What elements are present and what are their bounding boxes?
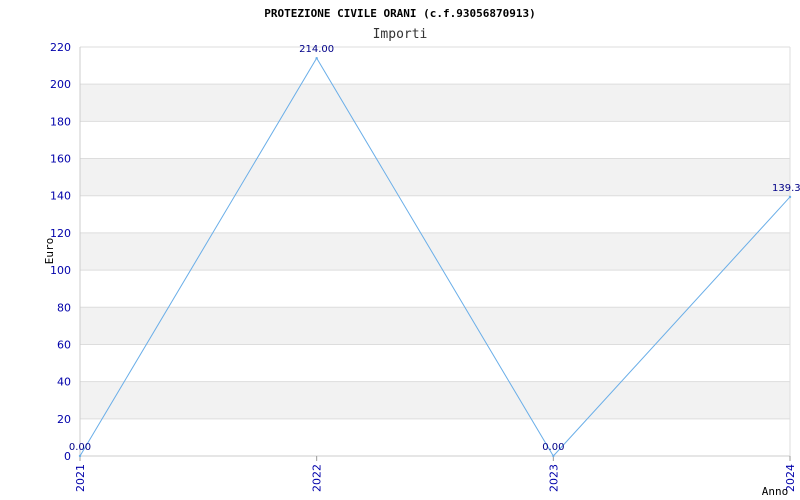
data-label: 214.00: [299, 44, 334, 55]
y-tick-label: 60: [57, 338, 71, 351]
y-tick-label: 180: [50, 115, 71, 128]
y-tick-label: 20: [57, 413, 71, 426]
data-label: 139.34: [772, 183, 800, 194]
grid-band: [80, 84, 790, 122]
data-point: [552, 454, 555, 458]
chart-subtitle: Importi: [373, 27, 428, 42]
data-point: [315, 56, 318, 60]
x-tick-label: 2023: [547, 464, 560, 492]
x-ticks: 2021 2022 2023 2024: [74, 456, 797, 492]
grid-band: [80, 158, 790, 196]
data-label: 0.00: [69, 442, 91, 453]
data-point: [788, 195, 792, 199]
x-axis-label: Anno: [762, 485, 789, 498]
data-point: [78, 454, 82, 458]
x-tick-label: 2021: [74, 464, 87, 492]
chart-title: PROTEZIONE CIVILE ORANI (c.f.93056870913…: [264, 7, 536, 20]
y-tick-label: 40: [57, 376, 71, 389]
y-tick-label: 140: [50, 190, 71, 203]
y-tick-label: 80: [57, 301, 71, 314]
data-label: 0.00: [542, 442, 564, 453]
grid-band: [80, 232, 790, 271]
grid-bands: [80, 84, 790, 419]
y-tick-label: 200: [50, 78, 71, 91]
y-tick-label: 160: [50, 153, 71, 166]
y-axis-label: Euro: [43, 238, 56, 265]
y-tick-label: 100: [50, 264, 71, 277]
grid-band: [80, 381, 790, 419]
chart: PROTEZIONE CIVILE ORANI (c.f.93056870913…: [43, 7, 800, 498]
x-tick-label: 2022: [311, 464, 324, 492]
y-tick-label: 220: [50, 41, 71, 54]
